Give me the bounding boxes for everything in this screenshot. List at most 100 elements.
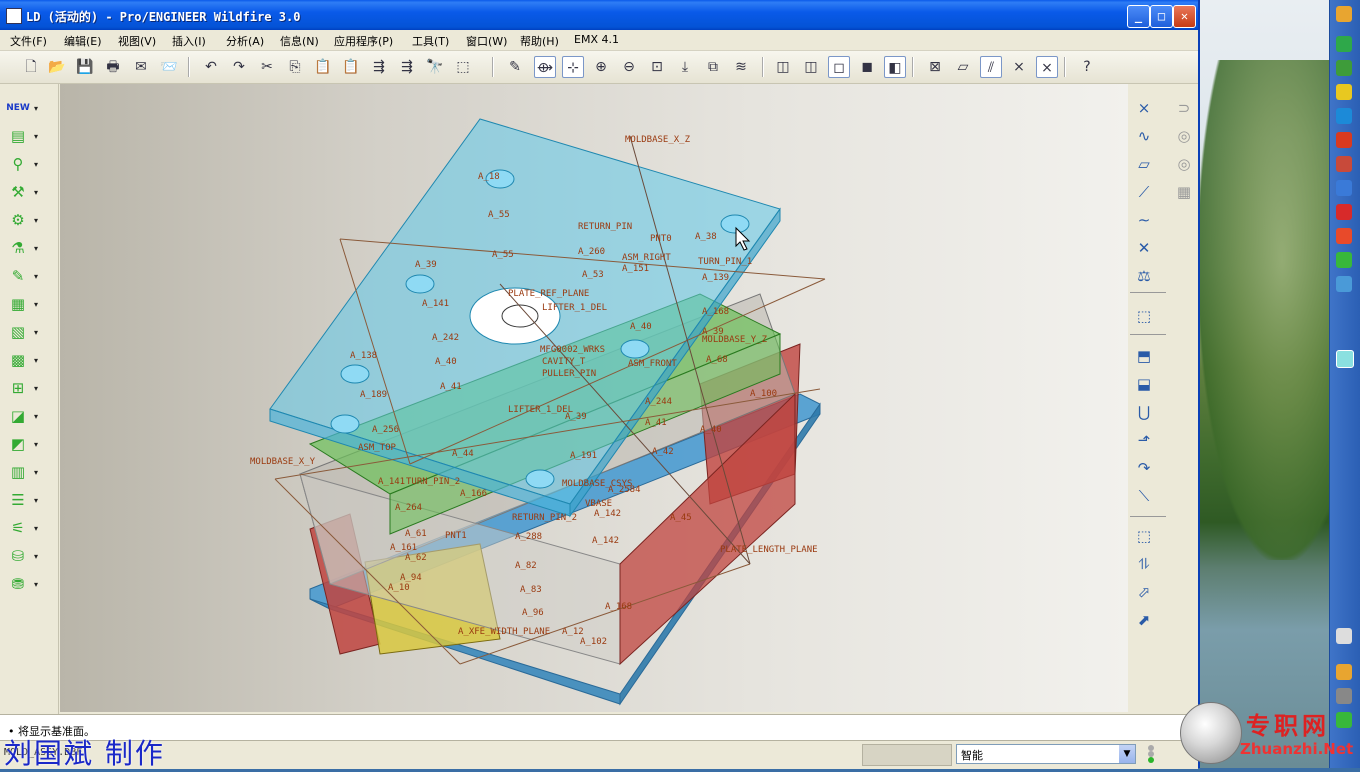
datum-label[interactable]: A_191 — [570, 451, 597, 461]
datum-label[interactable]: A_40 — [630, 322, 652, 332]
datum-label[interactable]: A_62 — [405, 553, 427, 563]
datum-label[interactable]: A_82 — [515, 561, 537, 571]
shading-icon[interactable]: ◼ — [856, 56, 878, 78]
drawing-icon[interactable]: ⚟ — [6, 516, 30, 540]
keyboard-icon[interactable] — [1336, 628, 1352, 644]
datum-points-icon[interactable]: ⨯ — [1008, 56, 1030, 78]
datum-label[interactable]: A_100 — [750, 389, 777, 399]
select-box-icon[interactable]: ⬚ — [452, 56, 474, 78]
save-icon[interactable]: 💾 — [74, 56, 96, 78]
datum-label[interactable]: PULLER_PIN — [542, 369, 596, 379]
chevron-down-icon[interactable]: ▾ — [34, 552, 42, 561]
pattern-icon[interactable]: ◎ — [1172, 152, 1196, 176]
wireframe-icon[interactable]: ◫ — [772, 56, 794, 78]
chevron-down-icon[interactable]: ▾ — [34, 132, 42, 141]
datum-label[interactable]: A_141 — [422, 299, 449, 309]
datum-label[interactable]: A_42 — [652, 447, 674, 457]
refit-icon[interactable]: ⊡ — [646, 56, 668, 78]
datum-label[interactable]: A_168 — [605, 602, 632, 612]
merge-icon[interactable]: ⊃ — [1172, 96, 1196, 120]
chevron-down-icon[interactable]: ▾ — [34, 384, 42, 393]
guide-bushing-6[interactable] — [620, 339, 650, 359]
sprue-bushing-icon[interactable]: ⚗ — [6, 236, 30, 260]
saved-views-icon[interactable]: ⧉ — [702, 56, 724, 78]
hidden-line-icon[interactable]: ◫ — [800, 56, 822, 78]
plate-icon[interactable]: ▤ — [6, 124, 30, 148]
app-icon[interactable] — [1336, 156, 1352, 172]
chamfer-icon[interactable]: ⟍ — [1132, 484, 1156, 508]
datum-label[interactable]: A_39 — [415, 260, 437, 270]
desktop-icon[interactable] — [1336, 350, 1354, 368]
datum-label[interactable]: A_260 — [578, 247, 605, 257]
datum-label[interactable]: A_68 — [706, 355, 728, 365]
guide-bushing-5[interactable] — [330, 414, 360, 434]
security-icon[interactable] — [1336, 252, 1352, 268]
datum-label[interactable]: TURN_PIN_2 — [406, 477, 460, 487]
paste-icon[interactable]: 📋 — [312, 56, 334, 78]
rib-icon[interactable]: ⬀ — [1132, 580, 1156, 604]
chevron-down-icon[interactable]: ▾ — [34, 160, 42, 169]
datum-label[interactable]: PNT0 — [650, 234, 672, 244]
datum-label[interactable]: ASM_TOP — [358, 443, 397, 453]
shield-icon[interactable] — [1336, 36, 1352, 52]
menu-view[interactable]: 视图(V) — [118, 33, 156, 49]
menu-file[interactable]: 文件(F) — [10, 33, 47, 49]
graphics-viewport[interactable]: MOLDBASE_X_Z A_18 A_55 RETURN_PIN PNT0 A_38 A_… — [60, 84, 1128, 712]
chevron-down-icon[interactable]: ▾ — [34, 300, 42, 309]
redo-icon[interactable]: ↷ — [228, 56, 250, 78]
datum-label[interactable]: A_102 — [580, 637, 607, 647]
warning-icon[interactable] — [1336, 84, 1352, 100]
repaint-icon[interactable]: ✎ — [504, 56, 526, 78]
trim-icon[interactable]: ◪ — [6, 404, 30, 428]
trim-tool-icon[interactable]: ◎ — [1172, 124, 1196, 148]
chevron-down-icon[interactable]: ▾ — [34, 440, 42, 449]
datum-label[interactable]: PLATE_LENGTH_PLANE — [720, 545, 818, 555]
datum-label[interactable]: A_94 — [400, 573, 422, 583]
datum-planes-icon[interactable]: ⏥ — [952, 56, 974, 78]
datum-label[interactable]: A_41 — [440, 382, 462, 392]
ie-alt-icon[interactable] — [1336, 276, 1352, 292]
datum-label[interactable]: A_53 — [582, 270, 604, 280]
sketch-tool-icon[interactable]: ⬚ — [1132, 304, 1156, 328]
revolve-icon[interactable]: ⬓ — [1132, 372, 1156, 396]
datum-label[interactable]: A_256 — [372, 425, 399, 435]
cut-icon[interactable]: ✂ — [256, 56, 278, 78]
print-icon[interactable]: 🖶 — [102, 56, 124, 78]
guide-bushing-3[interactable] — [340, 364, 370, 384]
datum-axes-icon[interactable]: ⫽ — [980, 56, 1002, 78]
insert-icon[interactable]: ⊞ — [6, 376, 30, 400]
datum-label[interactable]: A_142 — [592, 536, 619, 546]
datum-label[interactable]: A_39 — [565, 412, 587, 422]
datum-point-tool-icon[interactable]: × — [1132, 96, 1156, 120]
datum-label[interactable]: RETURN_PIN_2 — [512, 513, 577, 523]
reorient-icon[interactable]: ⤓ — [674, 56, 696, 78]
datum-label[interactable]: MFG0002_WRKS — [540, 345, 605, 355]
enhanced-realism-icon[interactable]: ◧ — [884, 56, 906, 78]
regen-manager-icon[interactable]: ⇶ — [396, 56, 418, 78]
sketch-curve-icon[interactable]: ∼ — [1132, 208, 1156, 232]
datum-label[interactable]: MOLDBASE_Y_Z — [702, 335, 768, 345]
datum-plane-tool-icon[interactable]: ▱ — [1132, 152, 1156, 176]
datum-label[interactable]: A_189 — [360, 390, 387, 400]
datum-label[interactable]: A_41 — [645, 418, 667, 428]
datum-label[interactable]: A_55 — [492, 250, 514, 260]
regenerate-icon[interactable]: ⇶ — [368, 56, 390, 78]
datum-label[interactable]: A_141 — [378, 477, 405, 487]
datum-label[interactable]: A_45 — [670, 513, 692, 523]
offset-icon[interactable]: ▦ — [1172, 180, 1196, 204]
datum-label[interactable]: ASM_RIGHT — [622, 253, 671, 263]
sweep-icon[interactable]: ⋃ — [1132, 400, 1156, 424]
datum-label[interactable]: A_96 — [522, 608, 544, 618]
qq-icon[interactable] — [1336, 132, 1352, 148]
datum-axis-tool-icon[interactable]: ⟋ — [1132, 180, 1156, 204]
simulation-icon[interactable]: ⛁ — [6, 544, 30, 568]
media-icon[interactable] — [1336, 204, 1352, 220]
chevron-down-icon[interactable]: ▾ — [34, 580, 42, 589]
maximize-button[interactable]: □ — [1150, 5, 1173, 28]
datum-label[interactable]: A_40 — [435, 357, 457, 367]
chevron-down-icon[interactable]: ▾ — [34, 328, 42, 337]
guide-pin-icon[interactable]: ⚲ — [6, 152, 30, 176]
guide-bushing-1[interactable] — [720, 214, 750, 234]
spin-center-icon[interactable]: ⊹ — [562, 56, 584, 78]
datum-label[interactable]: A_242 — [432, 333, 459, 343]
